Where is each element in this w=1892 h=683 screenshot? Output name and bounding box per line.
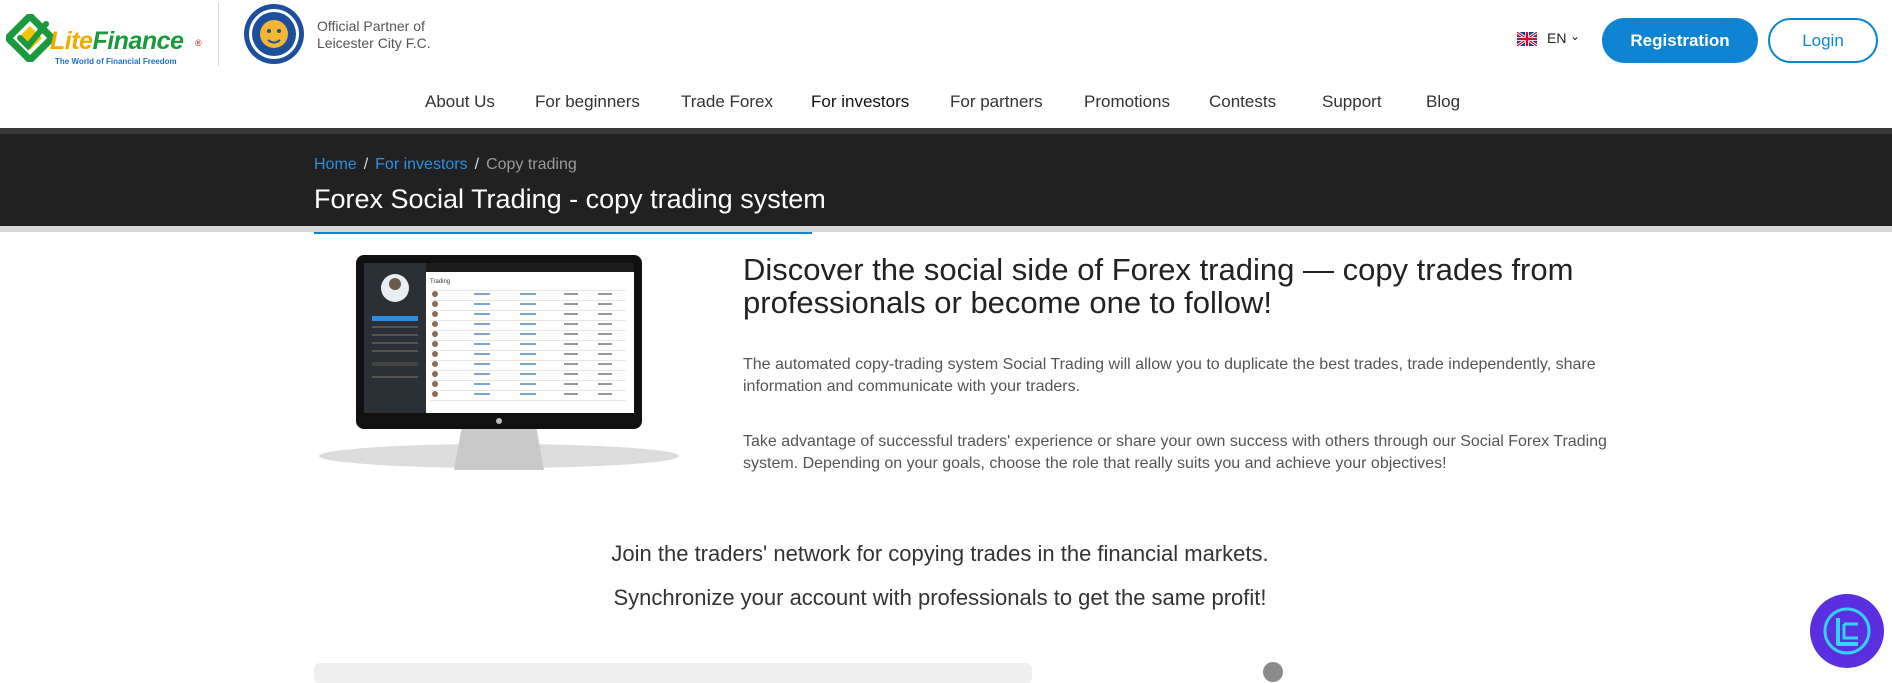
nav-item-for-partners[interactable]: For partners — [950, 92, 1043, 112]
main-nav: About Us For beginners Trade Forex For i… — [0, 90, 1892, 114]
registration-button[interactable]: Registration — [1602, 18, 1758, 63]
nav-item-about-us[interactable]: About Us — [425, 92, 495, 112]
logo-wordmark: LiteFinance — [50, 27, 184, 55]
page-title: Forex Social Trading - copy trading syst… — [314, 184, 826, 214]
intro-paragraph-1: The automated copy-trading system Social… — [743, 356, 1596, 395]
leicester-city-crest-icon[interactable] — [242, 2, 306, 66]
banner-bottom-border — [0, 226, 1892, 232]
logo-tagline: The World of Financial Freedom — [55, 57, 177, 66]
trading-monitor-illustration: Trading — [319, 255, 679, 470]
nav-item-support[interactable]: Support — [1322, 92, 1382, 112]
logo-mark-icon — [6, 14, 54, 62]
nav-item-promotions[interactable]: Promotions — [1084, 92, 1170, 112]
registered-mark: ® — [195, 38, 202, 48]
nav-item-for-investors[interactable]: For investors — [811, 92, 909, 112]
content-panel — [314, 663, 1032, 683]
nav-item-for-beginners[interactable]: For beginners — [535, 92, 640, 112]
join-line-2: Synchronize your account with profession… — [613, 585, 1267, 610]
uk-flag-icon[interactable] — [1517, 32, 1537, 46]
intro-headline: Discover the social side of Forex tradin… — [743, 252, 1574, 320]
monitor-screen-label: Trading — [430, 279, 450, 285]
chat-widget-button[interactable] — [1810, 594, 1884, 668]
login-button[interactable]: Login — [1768, 18, 1878, 63]
join-line-1: Join the traders' network for copying tr… — [611, 541, 1269, 566]
breadcrumb-current: Copy trading — [486, 156, 577, 173]
partner-line-1: Official Partner of — [317, 18, 425, 34]
nav-item-trade-forex[interactable]: Trade Forex — [681, 92, 773, 112]
breadcrumb-separator: / — [363, 156, 369, 173]
intro-paragraph-2: Take advantage of successful traders' ex… — [743, 433, 1607, 472]
header-divider — [218, 2, 219, 66]
breadcrumb-home[interactable]: Home — [314, 156, 357, 173]
breadcrumb-for-investors[interactable]: For investors — [375, 156, 467, 173]
breadcrumb-separator: / — [474, 156, 480, 173]
page-banner: Home / For investors / Copy trading Forex So… — [0, 128, 1892, 234]
partner-line-2: Leicester City F.C. — [317, 35, 431, 51]
slider-dot[interactable] — [1263, 662, 1283, 682]
nav-item-contests[interactable]: Contests — [1209, 92, 1276, 112]
partner-text: Official Partner of Leicester City F.C. — [317, 18, 431, 52]
litefinance-logo[interactable]: LiteFinance ® The World of Financial Fre… — [6, 10, 202, 66]
language-selector[interactable]: EN — [1547, 30, 1566, 46]
chat-widget-icon — [1823, 607, 1871, 655]
nav-item-blog[interactable]: Blog — [1426, 92, 1460, 112]
site-header: LiteFinance ® The World of Financial Fre… — [0, 0, 1892, 128]
breadcrumb: Home / For investors / Copy trading — [314, 156, 577, 174]
chevron-down-icon[interactable]: ⌄ — [1570, 29, 1580, 43]
